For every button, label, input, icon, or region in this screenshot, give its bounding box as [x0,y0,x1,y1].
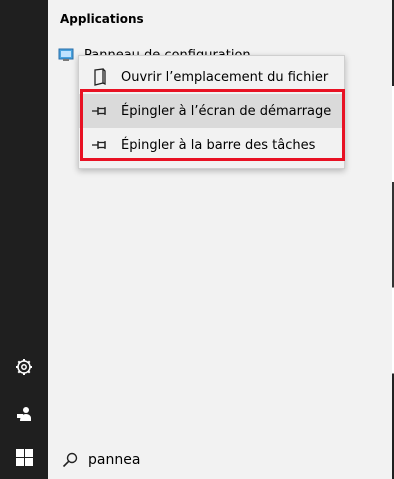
search-icon [62,452,78,468]
menu-item-open-file-location[interactable]: Ouvrir l’emplacement du fichier [79,60,344,94]
menu-item-pin-to-start[interactable]: Épingler à l’écran de démarrage [79,94,344,128]
menu-item-label: Épingler à l’écran de démarrage [121,103,332,119]
menu-item-pin-to-taskbar[interactable]: Épingler à la barre des tâches [79,128,344,162]
pin-icon [91,102,109,120]
search-box[interactable] [48,440,392,479]
start-left-rail [0,0,48,440]
search-input[interactable] [88,451,348,468]
menu-item-label: Ouvrir l’emplacement du fichier [121,69,329,85]
section-title: Applications [60,12,144,26]
windows-logo-icon [15,449,33,470]
pin-icon [91,136,109,154]
taskbar [0,440,394,479]
user-account-icon[interactable] [12,402,36,426]
context-menu: Ouvrir l’emplacement du fichier Épingler… [78,55,345,169]
control-panel-icon [58,47,74,63]
start-button[interactable] [0,440,48,479]
folder-icon [91,68,109,86]
menu-item-label: Épingler à la barre des tâches [121,137,316,153]
settings-icon[interactable] [12,355,36,379]
